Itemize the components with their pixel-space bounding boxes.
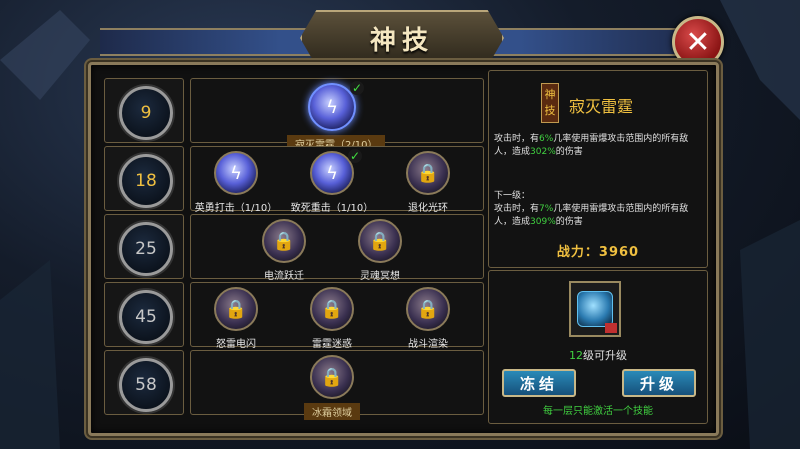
skill-slot[interactable]: ϟ 英勇打击（1/10） (191, 151, 281, 214)
lock-icon[interactable]: 🔒 (310, 355, 354, 399)
tier-row-18: 18 ϟ 英勇打击（1/10） ϟ ✓ 致死重击（1/10） 🔒 退化光环 (104, 146, 484, 214)
item-badge (605, 323, 617, 333)
skill-slot[interactable]: 🔒 雷霆迷惑 (287, 287, 377, 350)
next-level-label: 下一级： (494, 191, 531, 201)
desc-text: 的伤害 (555, 217, 583, 227)
activation-note: 每一层只能激活一个技能 (543, 406, 653, 417)
chance-value: 6% (539, 134, 554, 144)
skill-label: 退化光环 (408, 203, 448, 214)
skill-label: 战斗渲染 (408, 339, 448, 350)
requirement-text: 级可升级 (583, 349, 627, 362)
thunder-skill-icon[interactable]: ϟ ✓ (308, 81, 364, 131)
upgrade-panel: 12级可升级 冻结 升级 每一层只能激活一个技能 (488, 270, 708, 424)
close-button[interactable]: ✕ (672, 16, 724, 68)
tier-badge: 9 (104, 78, 184, 143)
tier-level: 9 (119, 86, 173, 140)
power-label: 战力： (556, 245, 599, 260)
tier-skills: ϟ ✓ 寂灭雷霆（2/10） (190, 78, 484, 152)
check-icon: ✓ (350, 81, 364, 95)
lightning-strike-icon[interactable]: ϟ (214, 151, 258, 195)
tier-badge: 45 (104, 282, 184, 347)
skill-slot[interactable]: 🔒 战斗渲染 (383, 287, 473, 350)
damage-value: 302% (530, 147, 556, 157)
skill-label: 致死重击（1/10） (290, 203, 374, 214)
skill-slot[interactable]: 🔒 退化光环 (383, 151, 473, 214)
lock-icon[interactable]: 🔒 (310, 287, 354, 331)
tier-level: 18 (119, 154, 173, 208)
skill-slot[interactable]: ϟ ✓ 致死重击（1/10） (287, 149, 377, 214)
skill-slot[interactable]: 🔒 灵魂冥想 (335, 219, 425, 282)
upgrade-button[interactable]: 升级 (622, 369, 696, 397)
desc-text: 的伤害 (555, 147, 583, 157)
check-icon: ✓ (348, 149, 362, 163)
lock-icon[interactable]: 🔒 (406, 287, 450, 331)
skill-slot[interactable]: 🔒 电流跃迁 (239, 219, 329, 282)
tier-badge: 25 (104, 214, 184, 279)
tier-row-25: 25 🔒 电流跃迁 🔒 灵魂冥想 (104, 214, 484, 282)
chance-value: 7% (539, 204, 554, 214)
required-level: 12 (569, 349, 583, 362)
power-value: 3960 (598, 245, 640, 260)
skill-label: 英勇打击（1/10） (194, 203, 278, 214)
freeze-button[interactable]: 冻结 (502, 369, 576, 397)
power-display: 战力：3960 (489, 241, 707, 260)
title-banner: 神技 (300, 10, 504, 66)
skill-label: 怒雷电闪 (216, 339, 256, 350)
skill-slot[interactable]: ϟ ✓ 寂灭雷霆（2/10） (287, 81, 386, 152)
skill-label: 电流跃迁 (264, 271, 304, 282)
tier-skills: 🔒 电流跃迁 🔒 灵魂冥想 (190, 214, 484, 282)
skill-label: 雷霆迷惑 (312, 339, 352, 350)
upgrade-requirement: 12级可升级 (489, 347, 707, 363)
lock-icon[interactable]: 🔒 (358, 219, 402, 263)
tag-char: 技 (544, 104, 556, 117)
tier-level: 45 (119, 290, 173, 344)
upgrade-item-slot[interactable] (569, 281, 621, 337)
tier-row-9: 9 ϟ ✓ 寂灭雷霆（2/10） (104, 78, 484, 152)
skill-label: 灵魂冥想 (360, 271, 400, 282)
tier-level: 58 (119, 358, 173, 412)
close-icon: ✕ (685, 24, 711, 60)
tier-skills: ϟ 英勇打击（1/10） ϟ ✓ 致死重击（1/10） 🔒 退化光环 (190, 146, 484, 214)
skill-slot[interactable]: 🔒 冰霜领域 (287, 355, 377, 420)
tier-badge: 18 (104, 146, 184, 211)
lock-icon[interactable]: 🔒 (214, 287, 258, 331)
skill-type-tag: 神 技 (541, 83, 559, 123)
lock-icon[interactable]: 🔒 (262, 219, 306, 263)
tier-level: 25 (119, 222, 173, 276)
gem-book-icon (577, 291, 613, 327)
damage-value: 309% (530, 217, 556, 227)
skill-name: 寂灭雷霆 (569, 97, 634, 116)
desc-text: 攻击时，有 (494, 204, 540, 214)
skill-detail-panel: 神 技 寂灭雷霆 攻击时，有6%几率使用雷爆攻击范围内的所有敌人，造成302%的… (488, 70, 708, 268)
lock-icon[interactable]: 🔒 (406, 151, 450, 195)
tier-skills: 🔒 冰霜领域 (190, 350, 484, 420)
next-description: 攻击时，有7%几率使用雷爆攻击范围内的所有敌人，造成309%的伤害 (494, 203, 700, 229)
desc-text: 攻击时，有 (494, 134, 540, 144)
tier-badge: 58 (104, 350, 184, 415)
tier-row-58: 58 🔒 冰霜领域 (104, 350, 484, 420)
tag-char: 神 (544, 88, 556, 101)
skill-label: 冰霜领域 (304, 403, 360, 420)
skill-slot[interactable]: 🔒 怒雷电闪 (191, 287, 281, 350)
page-title: 神技 (369, 25, 434, 56)
lightning-strike-icon[interactable]: ϟ ✓ (310, 149, 362, 195)
tier-skills: 🔒 怒雷电闪 🔒 雷霆迷惑 🔒 战斗渲染 (190, 282, 484, 350)
current-description: 攻击时，有6%几率使用雷爆攻击范围内的所有敌人，造成302%的伤害 (494, 133, 700, 159)
tier-row-45: 45 🔒 怒雷电闪 🔒 雷霆迷惑 🔒 战斗渲染 (104, 282, 484, 350)
